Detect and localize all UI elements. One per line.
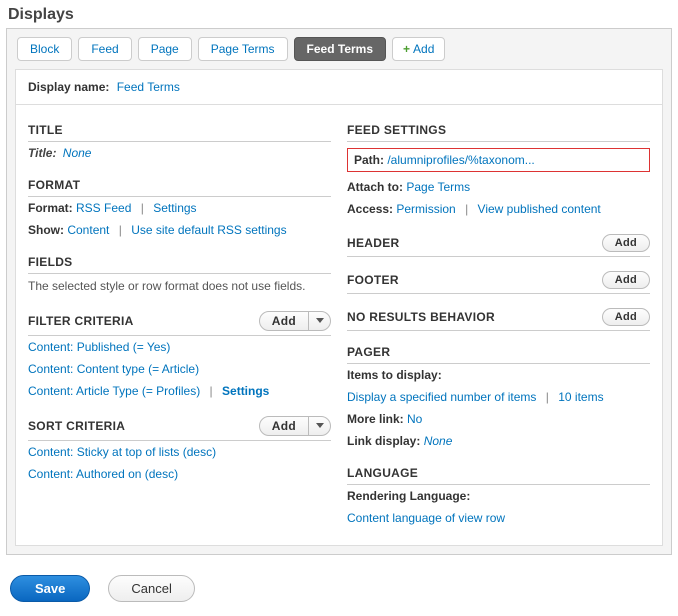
chevron-down-icon [316, 318, 324, 323]
link-display-label: Link display: [347, 434, 420, 448]
sort-heading: SORT CRITERIA [28, 419, 125, 433]
path-box: Path: /alumniprofiles/%taxonom... [347, 148, 650, 172]
filter-heading: FILTER CRITERIA [28, 314, 134, 328]
section-header: HEADER Add [347, 228, 650, 257]
format-value[interactable]: RSS Feed [76, 201, 131, 215]
section-sort: SORT CRITERIA Add [28, 410, 331, 441]
sort-add-dropdown[interactable] [308, 417, 330, 435]
link-display-value[interactable]: None [424, 434, 453, 448]
section-language: LANGUAGE [347, 460, 650, 485]
more-value[interactable]: No [407, 412, 422, 426]
tab-page-terms[interactable]: Page Terms [198, 37, 288, 61]
path-value[interactable]: /alumniprofiles/%taxonom... [387, 153, 534, 167]
action-bar: Save Cancel [0, 567, 678, 616]
title-label: Title: [28, 146, 56, 160]
tab-block[interactable]: Block [17, 37, 72, 61]
section-feed-settings: FEED SETTINGS [347, 117, 650, 142]
show-settings-link[interactable]: Use site default RSS settings [131, 223, 286, 237]
display-name-value[interactable]: Feed Terms [117, 80, 180, 94]
tab-feed-terms[interactable]: Feed Terms [294, 37, 386, 61]
show-value[interactable]: Content [67, 223, 109, 237]
display-tabs: Block Feed Page Page Terms Feed Terms +A… [7, 29, 671, 69]
page-title: Displays [0, 0, 678, 28]
footer-add-button[interactable]: Add [602, 271, 650, 289]
displays-panel: Block Feed Page Page Terms Feed Terms +A… [6, 28, 672, 555]
header-heading: HEADER [347, 236, 399, 250]
tab-add[interactable]: +Add [392, 37, 445, 61]
access-value[interactable]: Permission [396, 202, 455, 216]
format-label: Format: [28, 201, 73, 215]
footer-heading: FOOTER [347, 273, 399, 287]
display-name-label: Display name: [28, 80, 109, 94]
show-label: Show: [28, 223, 64, 237]
access-label: Access: [347, 202, 393, 216]
display-settings: Display name: Feed Terms TITLE Title: No… [15, 69, 663, 546]
chevron-down-icon [316, 423, 324, 428]
cancel-button[interactable]: Cancel [108, 575, 194, 602]
filter-add-dropdown[interactable] [308, 312, 330, 330]
items-value[interactable]: Display a specified number of items [347, 390, 536, 404]
section-no-results: NO RESULTS BEHAVIOR Add [347, 302, 650, 331]
filter-add-button[interactable]: Add [260, 312, 308, 330]
items-label: Items to display: [347, 368, 442, 382]
filter-item[interactable]: Content: Content type (= Article) [28, 362, 199, 376]
access-detail[interactable]: View published content [478, 202, 601, 216]
display-name-row: Display name: Feed Terms [16, 70, 662, 105]
tab-feed[interactable]: Feed [78, 37, 131, 61]
section-format: FORMAT [28, 172, 331, 197]
fields-note: The selected style or row format does no… [28, 274, 331, 297]
section-filter: FILTER CRITERIA Add [28, 305, 331, 336]
more-label: More link: [347, 412, 404, 426]
filter-item[interactable]: Content: Published (= Yes) [28, 340, 170, 354]
plus-icon: + [403, 42, 410, 56]
rendering-language-label: Rendering Language: [347, 489, 470, 503]
filter-add-split: Add [259, 311, 331, 331]
section-title: TITLE [28, 117, 331, 142]
left-column: TITLE Title: None FORMAT Format: RSS Fee… [28, 117, 331, 529]
filter-item[interactable]: Content: Article Type (= Profiles) [28, 384, 200, 398]
sort-item[interactable]: Content: Authored on (desc) [28, 467, 178, 481]
format-settings-link[interactable]: Settings [153, 201, 196, 215]
right-column: FEED SETTINGS Path: /alumniprofiles/%tax… [347, 117, 650, 529]
items-count[interactable]: 10 items [558, 390, 603, 404]
sort-item[interactable]: Content: Sticky at top of lists (desc) [28, 445, 216, 459]
tab-add-label: Add [413, 42, 434, 56]
section-pager: PAGER [347, 339, 650, 364]
filter-item-settings[interactable]: Settings [222, 384, 269, 398]
sort-add-button[interactable]: Add [260, 417, 308, 435]
section-footer: FOOTER Add [347, 265, 650, 294]
title-value[interactable]: None [63, 146, 92, 160]
header-add-button[interactable]: Add [602, 234, 650, 252]
tab-page[interactable]: Page [138, 37, 192, 61]
sort-add-split: Add [259, 416, 331, 436]
rendering-language-value[interactable]: Content language of view row [347, 511, 505, 525]
nrb-add-button[interactable]: Add [602, 308, 650, 326]
attach-value[interactable]: Page Terms [406, 180, 470, 194]
section-fields: FIELDS [28, 249, 331, 274]
nrb-heading: NO RESULTS BEHAVIOR [347, 310, 495, 324]
save-button[interactable]: Save [10, 575, 90, 602]
path-label: Path: [354, 153, 384, 167]
attach-label: Attach to: [347, 180, 403, 194]
